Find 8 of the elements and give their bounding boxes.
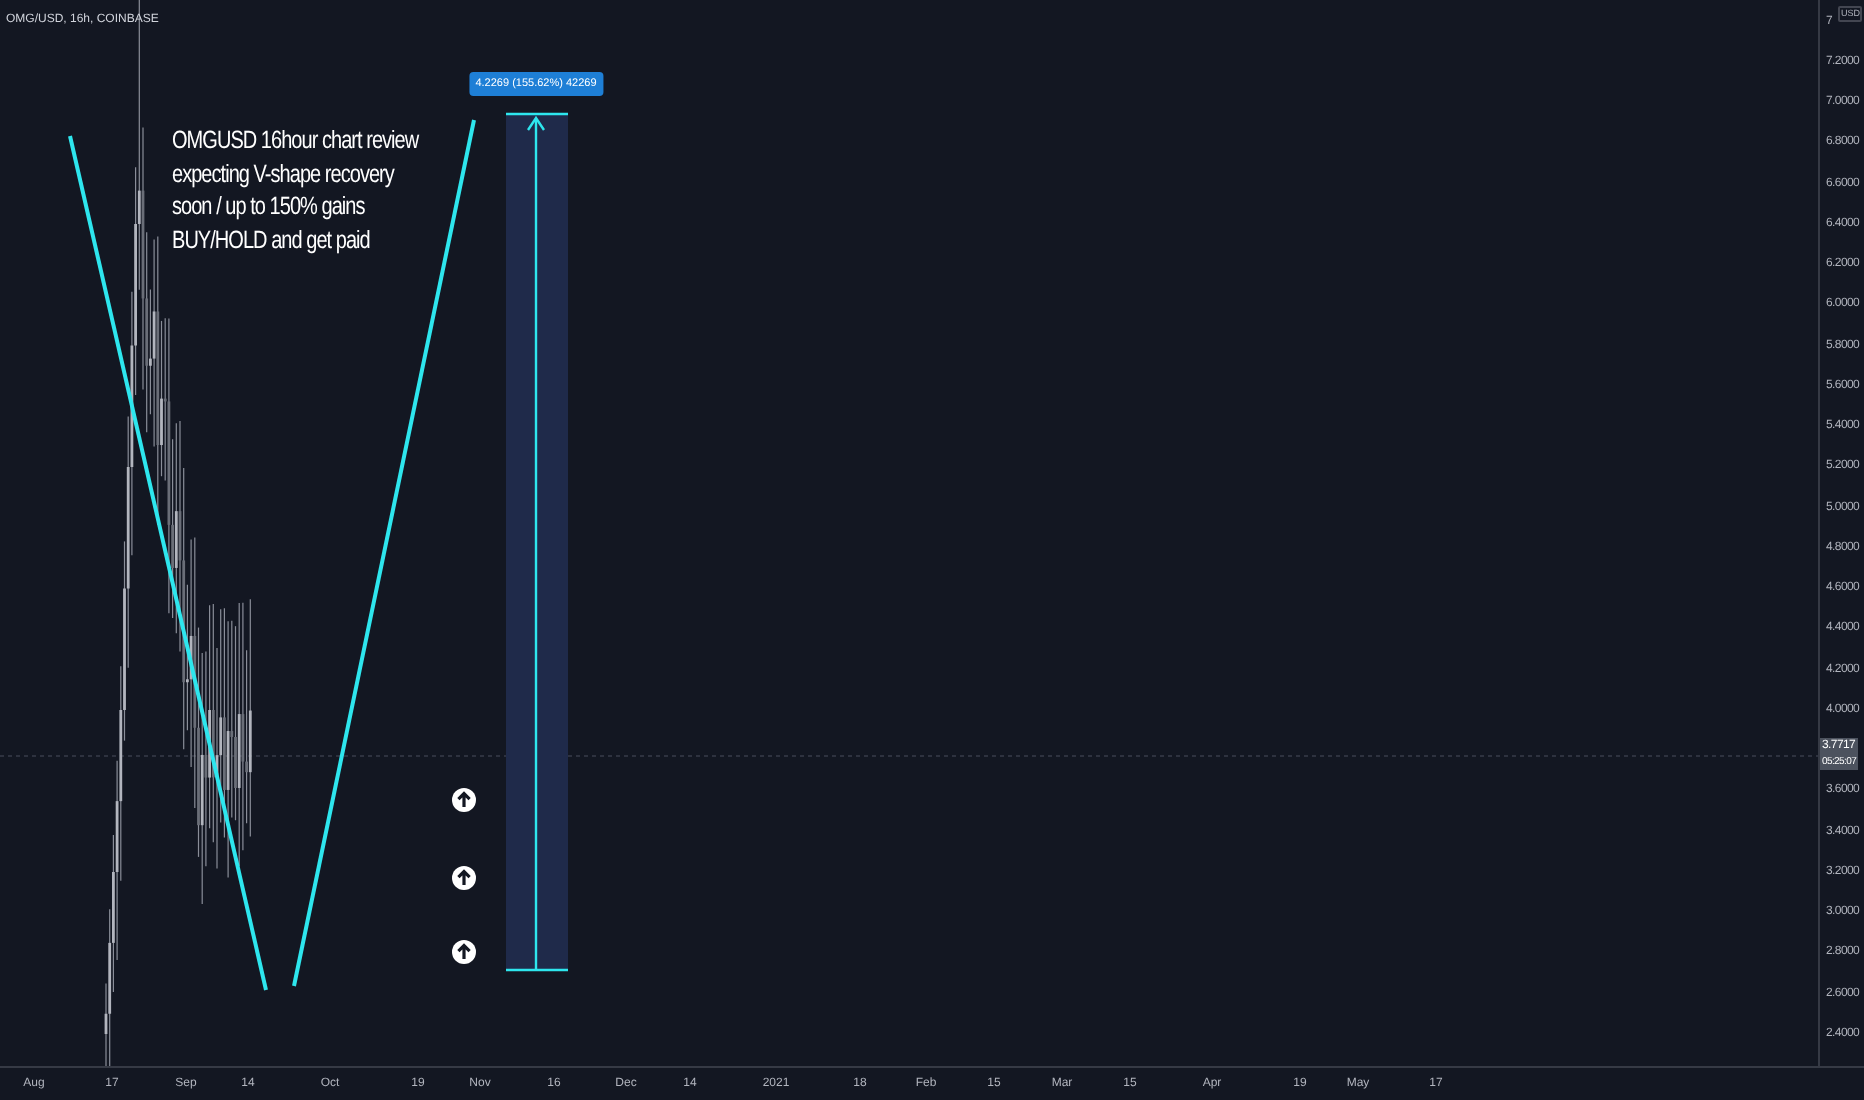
price-range-drawing[interactable]: [506, 112, 568, 972]
arrow-up-icon: [452, 788, 476, 812]
annotation-text: OMGUSD 16hour chart review: [172, 124, 419, 157]
arrow-up-icon: [452, 866, 476, 890]
annotation-text: expecting V-shape recovery: [172, 157, 394, 190]
arrow-up-icon: [452, 940, 476, 964]
annotation-text: soon / up to 150% gains: [172, 190, 365, 223]
annotation-text: BUY/HOLD and get paid: [172, 223, 370, 256]
